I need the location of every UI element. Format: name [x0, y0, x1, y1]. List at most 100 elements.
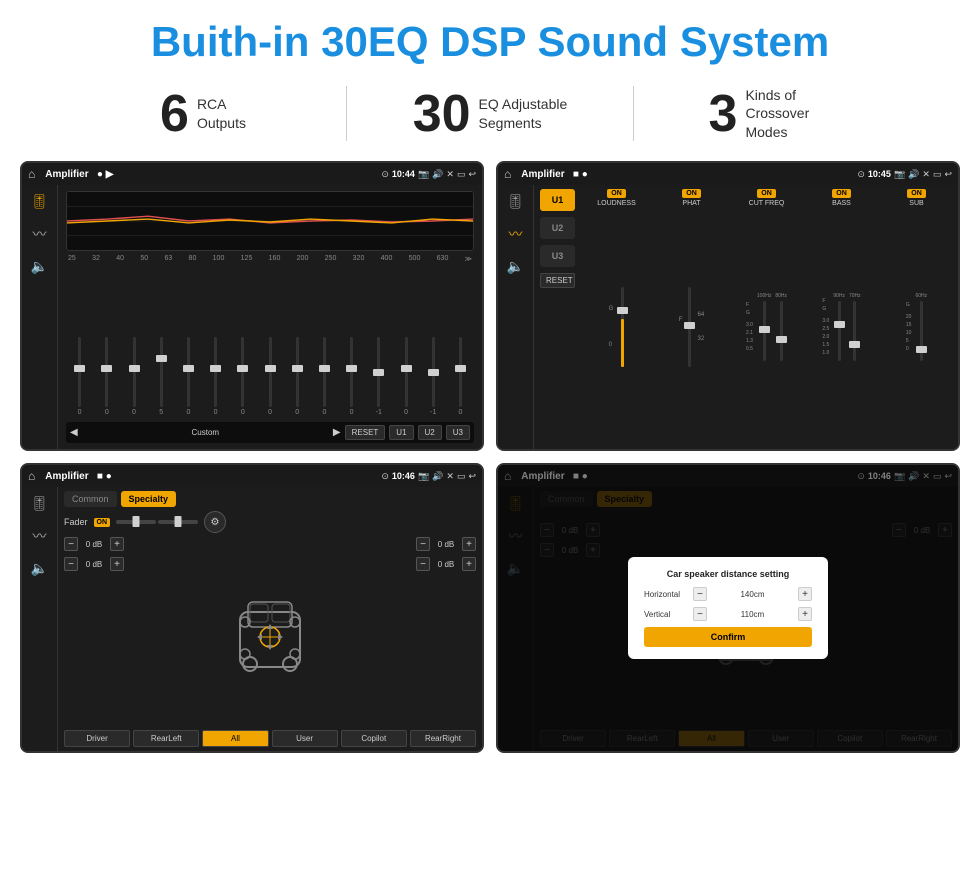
u3-btn[interactable]: U3: [446, 425, 470, 440]
btn-rearleft[interactable]: RearLeft: [133, 730, 199, 747]
loudness-on[interactable]: ON: [607, 189, 626, 198]
slider-13[interactable]: 0: [392, 337, 419, 416]
slider-10[interactable]: 0: [311, 337, 338, 416]
stat-number-crossover: 3: [709, 88, 738, 140]
eq-bottom-bar: ◀ Custom ▶ RESET U1 U2 U3: [66, 422, 474, 443]
slider-14[interactable]: -1: [420, 337, 447, 416]
speaker-icon-2[interactable]: 🔈: [507, 258, 524, 275]
slider-5[interactable]: 0: [175, 337, 202, 416]
u2-btn[interactable]: U2: [418, 425, 442, 440]
slider-1[interactable]: 0: [66, 337, 93, 416]
confirm-button[interactable]: Confirm: [644, 627, 812, 647]
fader-settings-icon[interactable]: ⚙: [204, 511, 226, 533]
bass-slider1[interactable]: [838, 301, 841, 361]
location-icon-1: ⊙: [381, 169, 389, 180]
wave-icon-2[interactable]: 〰: [509, 224, 523, 244]
slider-3[interactable]: 0: [120, 337, 147, 416]
db-plus-2[interactable]: +: [110, 557, 124, 571]
speaker-icon[interactable]: 🔈: [31, 258, 48, 275]
db-minus-3[interactable]: −: [416, 537, 430, 551]
preset-u2[interactable]: U2: [540, 217, 575, 239]
phat-slider[interactable]: [688, 287, 691, 367]
eq-preset-label: Custom: [82, 428, 329, 437]
prev-arrow[interactable]: ◀: [70, 427, 78, 438]
db-row-4: − 0 dB +: [416, 557, 476, 571]
fader-screen-content: 🎚 〰 🔈 Common Specialty Fader ON: [22, 487, 482, 751]
sub-slider[interactable]: [920, 301, 923, 361]
btn-user[interactable]: User: [272, 730, 338, 747]
bass-slider2[interactable]: [853, 301, 856, 361]
horizontal-minus[interactable]: −: [693, 587, 707, 601]
fader-label: Fader: [64, 517, 88, 527]
wave-icon-3[interactable]: 〰: [33, 526, 47, 546]
btn-driver[interactable]: Driver: [64, 730, 130, 747]
status-icons-3: ⊙ 10:46 📷 🔊 ✕ ▭ ↩: [381, 471, 476, 482]
xover-reset[interactable]: RESET: [540, 273, 575, 288]
slider-11[interactable]: 0: [338, 337, 365, 416]
stat-number-rca: 6: [160, 88, 189, 140]
btn-rearright[interactable]: RearRight: [410, 730, 476, 747]
xover-bass: ON BASS FG 3.0 2.5 2.0 1.5 1.0: [806, 189, 877, 445]
u1-btn[interactable]: U1: [389, 425, 413, 440]
slider-4[interactable]: 5: [148, 337, 175, 416]
reset-btn[interactable]: RESET: [345, 425, 386, 440]
vertical-value: 110cm: [711, 610, 794, 619]
tab-specialty[interactable]: Specialty: [121, 491, 177, 507]
app-title-1: Amplifier ● ▶: [45, 169, 377, 180]
preset-u1[interactable]: U1: [540, 189, 575, 211]
eq-icon-3[interactable]: 🎚: [31, 495, 49, 512]
db-plus-4[interactable]: +: [462, 557, 476, 571]
db-row-2: − 0 dB +: [64, 557, 124, 571]
status-icons-1: ⊙ 10:44 📷 🔊 ✕ ▭ ↩: [381, 169, 476, 180]
home-icon-1: ⌂: [28, 167, 35, 181]
stat-item-crossover: 3 Kinds ofCrossover Modes: [634, 86, 920, 141]
dialog-title: Car speaker distance setting: [644, 569, 812, 579]
eq-icon-2[interactable]: 🎚: [507, 193, 525, 210]
btn-copilot[interactable]: Copilot: [341, 730, 407, 747]
sub-on[interactable]: ON: [907, 189, 926, 198]
fader-slider-2[interactable]: [158, 520, 198, 524]
eq-screen-content: 🎚 〰 🔈: [22, 185, 482, 449]
speaker-icon-3[interactable]: 🔈: [31, 560, 48, 577]
phat-on[interactable]: ON: [682, 189, 701, 198]
vertical-plus[interactable]: +: [798, 607, 812, 621]
db-plus-3[interactable]: +: [462, 537, 476, 551]
horizontal-label: Horizontal: [644, 590, 689, 599]
db-minus-2[interactable]: −: [64, 557, 78, 571]
tab-common[interactable]: Common: [64, 491, 117, 507]
preset-u3[interactable]: U3: [540, 245, 575, 267]
fader-on-badge[interactable]: ON: [94, 518, 111, 527]
stat-label-eq: EQ AdjustableSegments: [479, 95, 568, 131]
crossover-controls: ON LOUDNESS G 0 O: [581, 189, 952, 445]
slider-6[interactable]: 0: [202, 337, 229, 416]
loudness-slider[interactable]: [621, 287, 624, 367]
db-plus-1[interactable]: +: [110, 537, 124, 551]
bass-on[interactable]: ON: [832, 189, 851, 198]
horizontal-plus[interactable]: +: [798, 587, 812, 601]
cutfreq-on[interactable]: ON: [757, 189, 776, 198]
volume-icon-3: 🔊: [432, 471, 443, 482]
vertical-minus[interactable]: −: [693, 607, 707, 621]
db-value-1: 0 dB: [80, 540, 108, 549]
db-minus-1[interactable]: −: [64, 537, 78, 551]
btn-all[interactable]: All: [202, 730, 268, 747]
next-arrow[interactable]: ▶: [333, 427, 341, 438]
slider-2[interactable]: 0: [93, 337, 120, 416]
slider-9[interactable]: 0: [284, 337, 311, 416]
slider-15[interactable]: 0: [447, 337, 474, 416]
fader-speaker-area: − 0 dB + − 0 dB +: [64, 537, 476, 726]
slider-12[interactable]: -1: [365, 337, 392, 416]
fader-slider-1[interactable]: [116, 520, 156, 524]
wave-icon[interactable]: 〰: [33, 224, 47, 244]
eq-sidebar: 🎚 〰 🔈: [22, 185, 58, 449]
db-minus-4[interactable]: −: [416, 557, 430, 571]
eq-icon[interactable]: 🎚: [31, 193, 49, 210]
slider-8[interactable]: 0: [256, 337, 283, 416]
camera-icon-1: 📷: [418, 169, 429, 180]
cutfreq-slider1[interactable]: [763, 301, 766, 361]
dialog-row-vertical: Vertical − 110cm +: [644, 607, 812, 621]
dialog-box: Car speaker distance setting Horizontal …: [628, 557, 828, 659]
cutfreq-slider2[interactable]: [780, 301, 783, 361]
slider-7[interactable]: 0: [229, 337, 256, 416]
fader-main-area: Common Specialty Fader ON: [58, 487, 482, 751]
